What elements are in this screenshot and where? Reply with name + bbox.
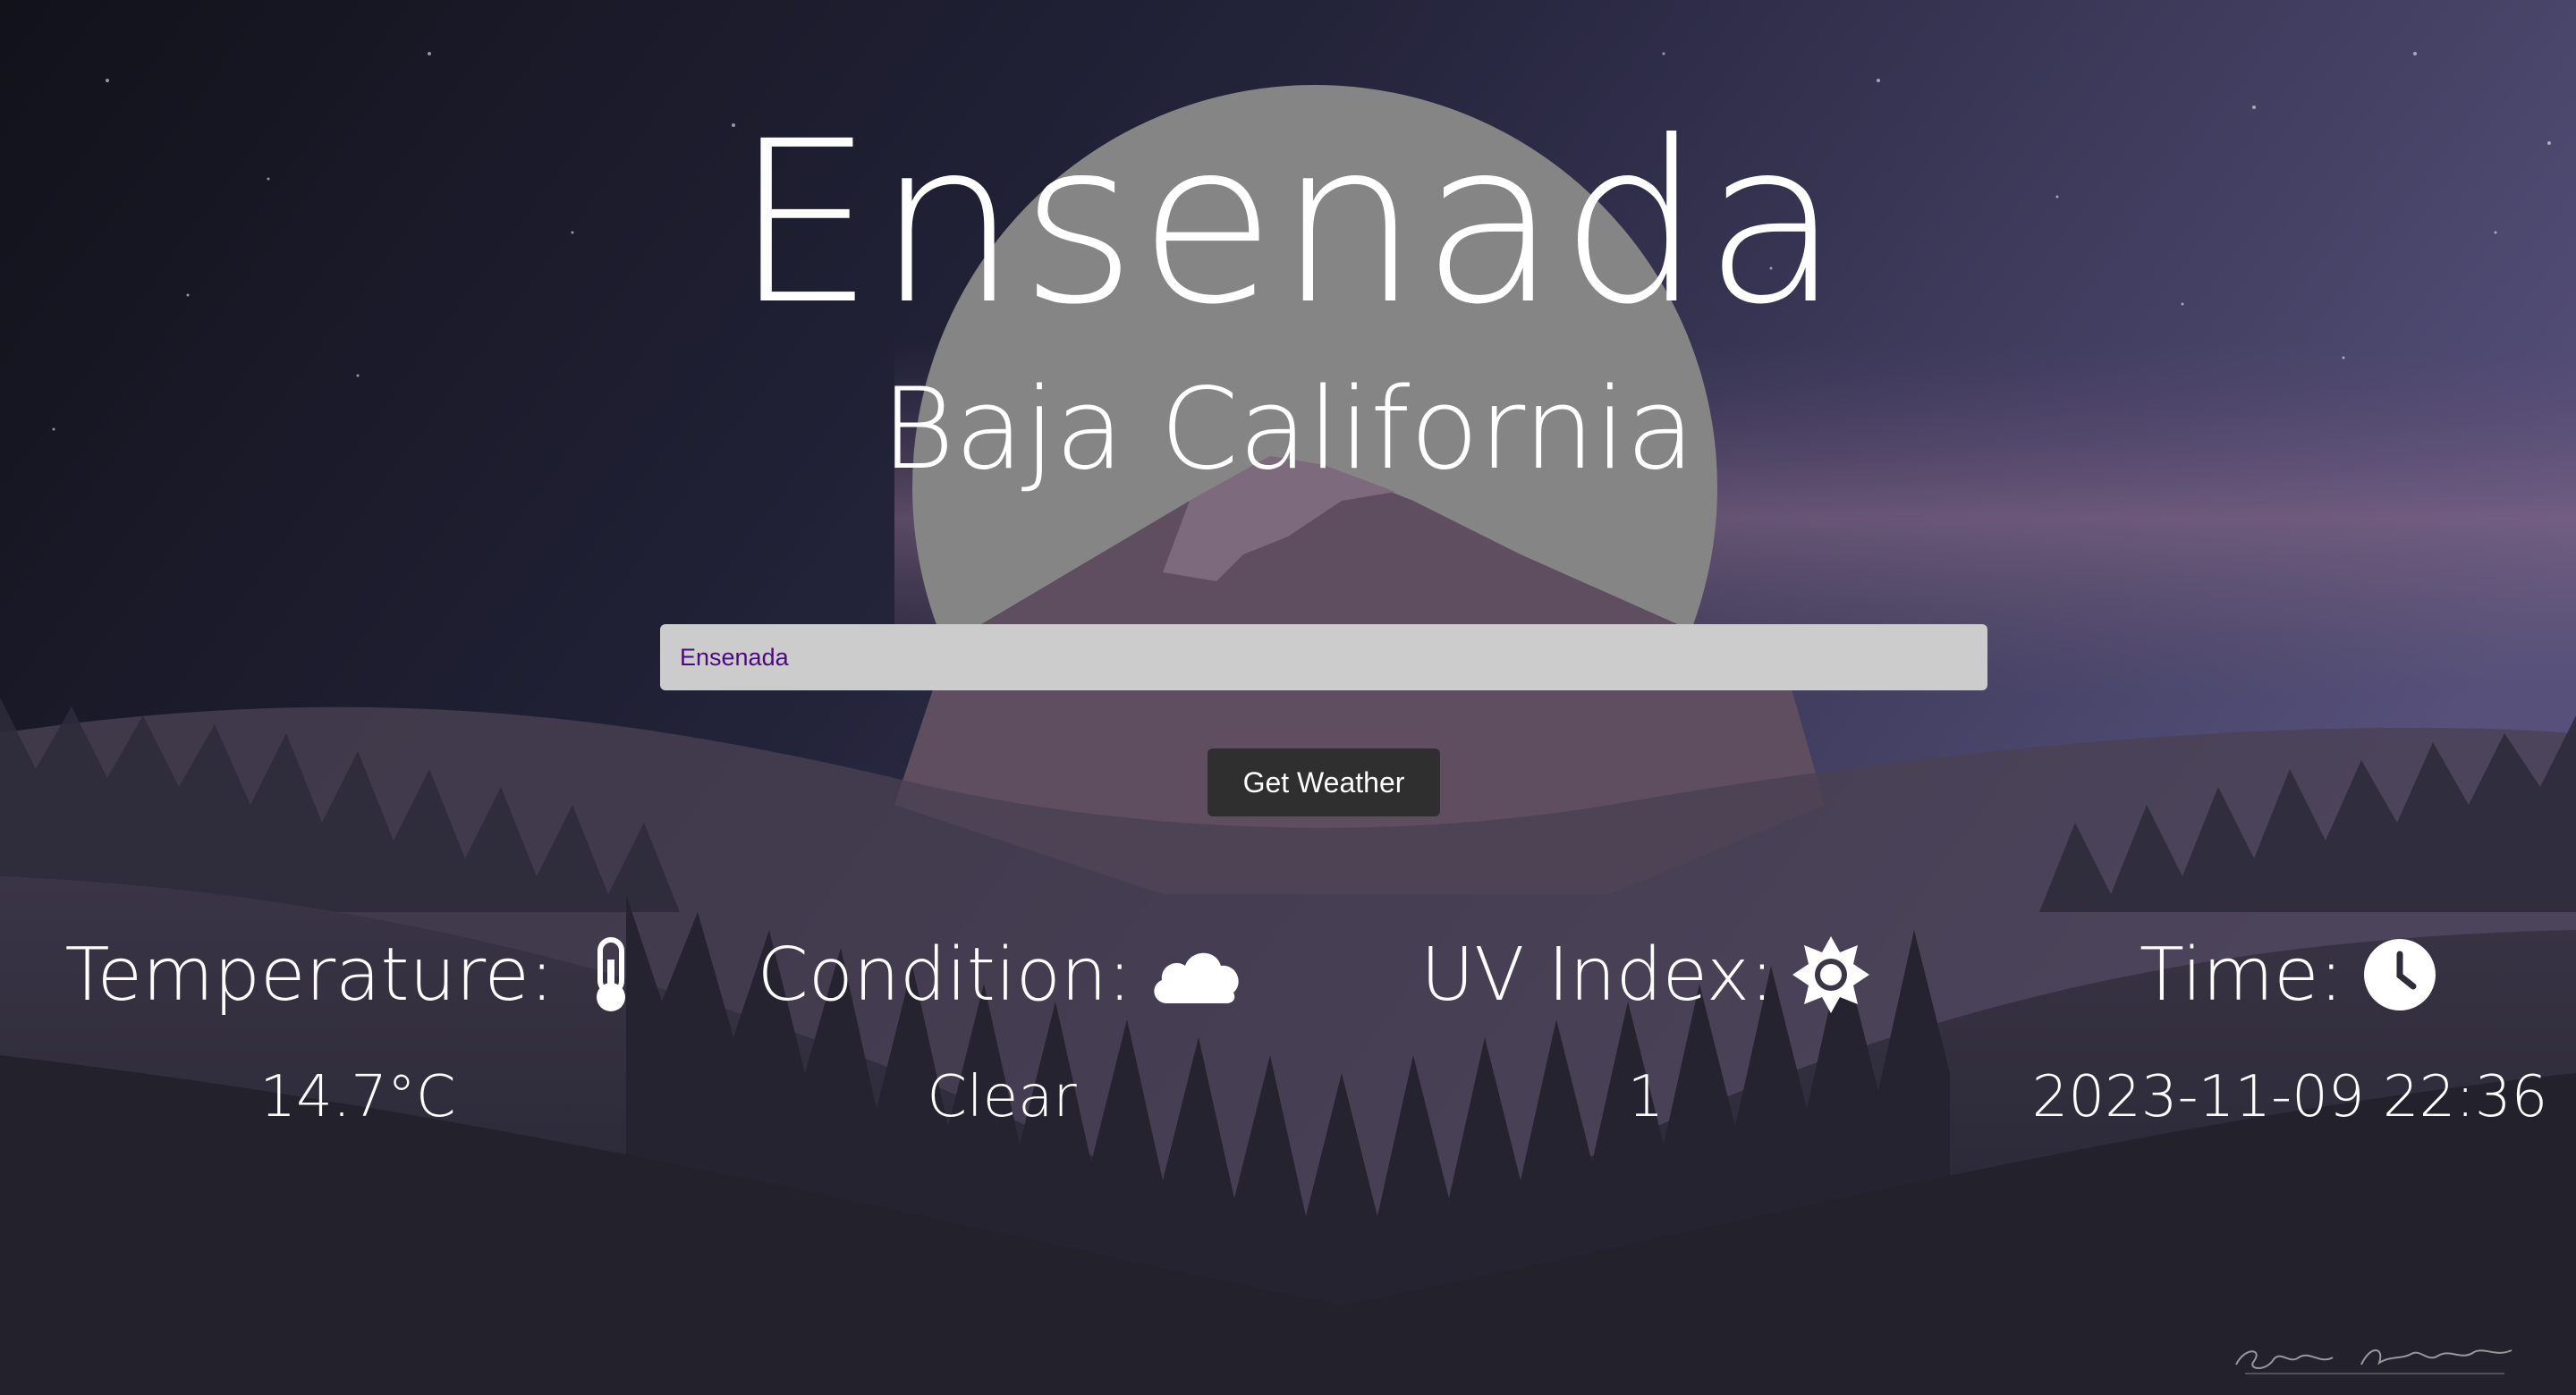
cloud-icon (1148, 934, 1246, 1015)
signature-watermark (2235, 1349, 2512, 1374)
condition-value: Clear (927, 1064, 1077, 1130)
time-stat: Time: 2023-11-09 22:36 (1968, 921, 2576, 1131)
sun-icon (1791, 934, 1871, 1015)
time-label: Time: (2139, 932, 2344, 1018)
temperature-value: 14.7°C (259, 1064, 456, 1130)
uv-index-label: UV Index: (1420, 932, 1775, 1018)
city-search-input[interactable] (660, 624, 1987, 690)
clock-icon (2360, 934, 2440, 1015)
time-value: 2023-11-09 22:36 (2031, 1064, 2548, 1130)
temperature-stat: Temperature: 14.7°C (36, 921, 680, 1130)
uv-index-value: 1 (1627, 1064, 1665, 1130)
get-weather-button[interactable]: Get Weather (1208, 748, 1440, 816)
region-subtitle: Baja California (880, 363, 1696, 495)
temperature-label: Temperature: (64, 932, 555, 1018)
condition-label: Condition: (757, 932, 1132, 1018)
city-title: Ensenada (733, 93, 1843, 353)
thermometer-icon (571, 934, 651, 1015)
condition-stat: Condition: Clear (680, 921, 1324, 1130)
uv-index-stat: UV Index: 1 (1324, 921, 1968, 1130)
